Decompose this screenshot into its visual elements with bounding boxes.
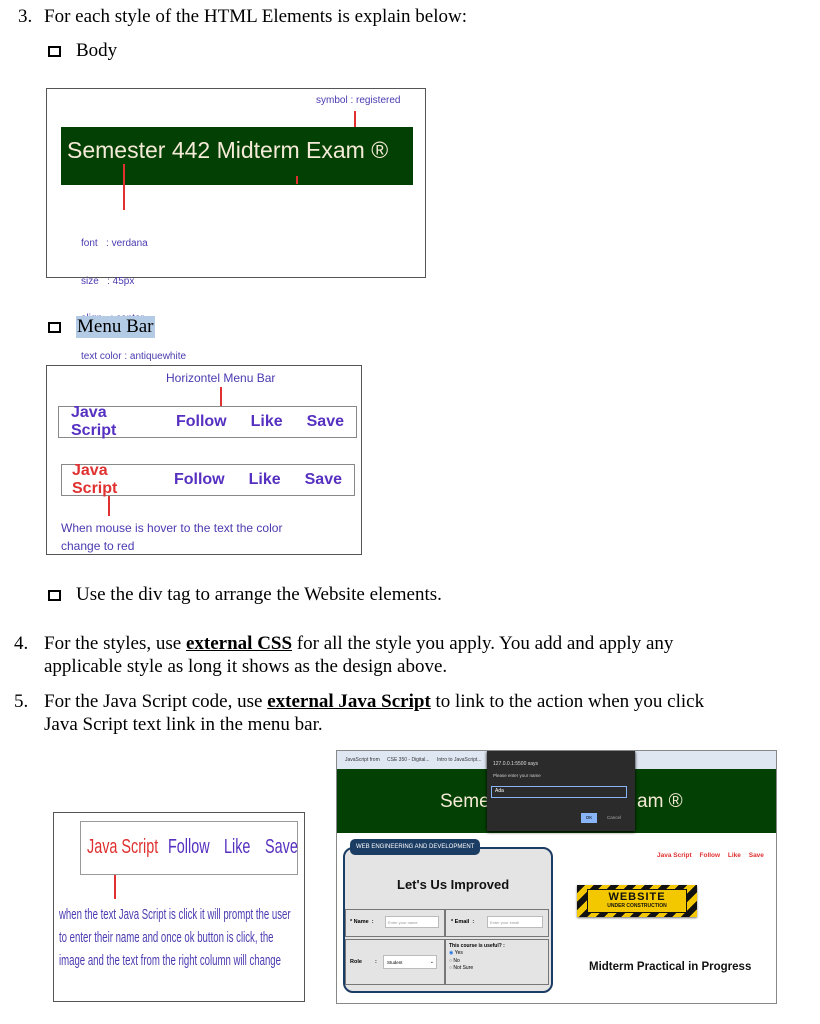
- pointer-line: [354, 111, 356, 128]
- menu-caption: Horizontel Menu Bar: [166, 371, 276, 385]
- item-4-post: for all the style you apply. You add and…: [292, 633, 674, 654]
- tab-3[interactable]: Intro to JavaScript...: [437, 757, 481, 763]
- demo-item-like[interactable]: Like: [224, 836, 250, 859]
- tab-2[interactable]: CSE 350 - Digital...: [387, 757, 430, 763]
- menu-item-like[interactable]: Like: [251, 413, 283, 431]
- pointer-line: [114, 875, 116, 899]
- hover-note: When mouse is hover to the text the colo…: [61, 519, 282, 555]
- item-5-number: 5.: [14, 691, 29, 712]
- email-input[interactable]: Enter your email: [487, 916, 543, 928]
- site-menu-save[interactable]: Save: [749, 852, 764, 859]
- useful-label: This course is useful? :: [449, 943, 505, 949]
- radio-icon: ○: [449, 957, 453, 964]
- sign-title: WEBSITE: [608, 891, 666, 903]
- radio-yes-label: Yes: [454, 950, 463, 956]
- form-title: Let's Us Improved: [397, 877, 510, 892]
- menu-bar-normal: Java Script Follow Like Save: [58, 404, 357, 440]
- item-3-text: For each style of the HTML Elements is e…: [44, 6, 468, 27]
- external-css: external CSS: [185, 633, 293, 654]
- pointer-line: [220, 387, 222, 407]
- demo-note-1: when the text Java Script is click it wi…: [59, 906, 291, 923]
- demo-item-javascript[interactable]: Java Script: [87, 836, 158, 859]
- email-label: * Email :: [451, 919, 475, 925]
- site-menu-follow[interactable]: Follow: [700, 852, 721, 859]
- item-4-pre: For the styles, use: [44, 633, 186, 654]
- hover-note-line-2: change to red: [61, 539, 135, 553]
- radio-not-sure-label: Not Sure: [453, 965, 474, 971]
- demo-item-save[interactable]: Save: [265, 836, 298, 859]
- menu-bar-label: Menu Bar: [76, 316, 155, 338]
- site-menu: Java Script Follow Like Save: [657, 852, 764, 859]
- demo-item-follow[interactable]: Follow: [168, 836, 210, 859]
- menu-item-follow[interactable]: Follow: [174, 471, 225, 489]
- prop-font: font : verdana: [81, 238, 148, 249]
- prompt-dialog: 127.0.0.1:5500 says Please enter your na…: [487, 751, 635, 831]
- checkbox-icon: [48, 46, 61, 57]
- demo-note-3: image and the text from the right column…: [59, 952, 281, 969]
- menu-item-javascript[interactable]: Java Script: [71, 404, 152, 440]
- item-5-line-2: Java Script text link in the menu bar.: [44, 714, 323, 735]
- site-menu-like[interactable]: Like: [728, 852, 741, 859]
- site-banner-right: am ®: [637, 791, 683, 812]
- chevron-down-icon: ⌄: [429, 959, 434, 965]
- progress-text: Midterm Practical in Progress: [589, 961, 752, 973]
- item-5-line-1: For the Java Script code, use external J…: [44, 691, 704, 713]
- radio-yes[interactable]: ◉ Yes: [449, 950, 473, 958]
- pointer-line: [296, 176, 298, 184]
- menu-item-save[interactable]: Save: [307, 413, 344, 431]
- role-label: Role: [350, 959, 362, 965]
- external-javascript: external Java Script: [267, 691, 431, 712]
- dialog-message: Please enter your name: [493, 773, 541, 778]
- name-label: * Name :: [350, 919, 374, 925]
- radio-not-sure[interactable]: ○ Not Sure: [449, 965, 473, 973]
- role-select[interactable]: Student ⌄: [383, 955, 437, 969]
- site-banner-left: Seme: [440, 791, 490, 812]
- div-note: Use the div tag to arrange the Website e…: [76, 584, 442, 605]
- font-props: font : verdana size : 45px align : cente…: [81, 213, 186, 376]
- body-label: Body: [76, 40, 118, 61]
- item-3: 3.: [18, 6, 32, 28]
- form-tab-label: WEB ENGINEERING AND DEVELOPMENT: [350, 839, 481, 855]
- checkbox-icon: [48, 590, 61, 601]
- item-5-post: to link to the action when you click: [430, 691, 705, 712]
- menu-item-follow[interactable]: Follow: [176, 413, 227, 431]
- banner-title: Semester 442 Midterm Exam ®: [67, 137, 389, 163]
- under-construction-sign: WEBSITE UNDER CONSTRUCTION: [577, 885, 697, 917]
- prop-color: text color : antiquewhite: [81, 350, 187, 362]
- site-menu-javascript[interactable]: Java Script: [657, 852, 692, 859]
- menu-bar-hover: Java Script Follow Like Save: [61, 462, 355, 498]
- role-value: Student: [387, 960, 403, 965]
- pointer-line: [108, 496, 110, 516]
- dialog-input[interactable]: Ada: [491, 786, 627, 798]
- menu-item-save[interactable]: Save: [305, 471, 342, 489]
- name-input[interactable]: Enter your name: [385, 916, 439, 928]
- website-screenshot: JavaScript from CSE 350 - Digital... Int…: [336, 750, 777, 1004]
- hover-note-line-1: When mouse is hover to the text the colo…: [61, 521, 283, 535]
- pointer-line: [123, 164, 125, 210]
- radio-group: ◉ Yes ○ No ○ Not Sure: [449, 950, 473, 973]
- item-4-number: 4.: [14, 633, 29, 654]
- radio-selected-icon: ◉: [449, 950, 454, 956]
- prop-size: size : 45px: [81, 275, 135, 287]
- menu-item-like[interactable]: Like: [249, 471, 281, 489]
- menu-item-javascript-hover[interactable]: Java Script: [72, 462, 150, 498]
- sign-subtitle: UNDER CONSTRUCTION: [607, 903, 667, 909]
- form-grid: * Name : Enter your name * Email : Enter…: [345, 909, 549, 985]
- symbol-note: symbol : registered: [316, 95, 401, 106]
- item-4-line-1: For the styles, use external CSS for all…: [44, 633, 673, 655]
- item-number: 3.: [18, 6, 33, 27]
- checkbox-icon: [48, 322, 61, 333]
- radio-icon: ○: [449, 965, 453, 971]
- item-4-line-2: applicable style as long it shows as the…: [44, 656, 448, 677]
- dialog-ok-button[interactable]: OK: [581, 813, 597, 823]
- dialog-cancel-button[interactable]: Cancel: [603, 813, 625, 823]
- dialog-title: 127.0.0.1:5500 says: [493, 761, 539, 767]
- tab-1[interactable]: JavaScript from: [345, 757, 380, 763]
- item-5-pre: For the Java Script code, use: [44, 691, 268, 712]
- role-colon: :: [375, 959, 377, 965]
- sign-panel: WEBSITE UNDER CONSTRUCTION: [587, 889, 687, 913]
- radio-no[interactable]: ○ No: [449, 958, 473, 966]
- demo-note-2: to enter their name and once ok button i…: [59, 929, 274, 946]
- radio-no-label: No: [453, 957, 460, 964]
